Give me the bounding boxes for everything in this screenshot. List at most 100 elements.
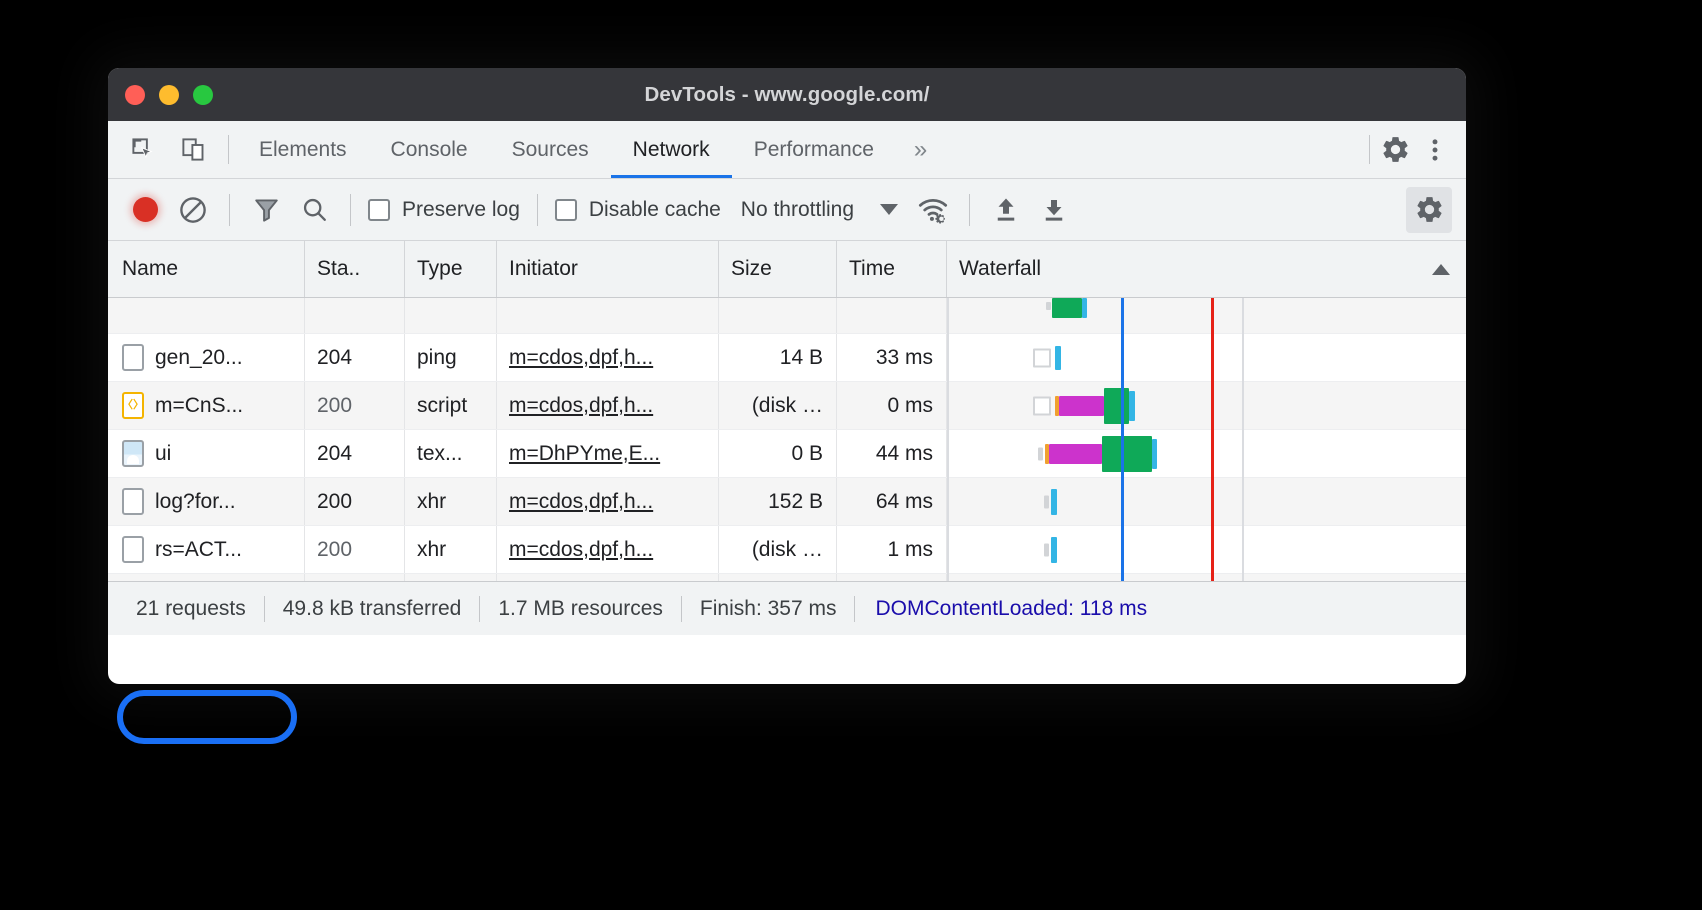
tab-sources[interactable]: Sources [490,121,611,178]
cell-initiator [496,298,718,333]
cell-size: 0 B [718,430,836,477]
network-requests-table: Name Sta.. Type Initiator Size Time Wate… [108,241,1466,581]
sort-ascending-arrow-icon [1432,264,1450,275]
waterfall-waiting-segment [1059,396,1104,416]
cell-initiator: m=cdos,dpf,h... [496,478,718,525]
import-har-button[interactable] [983,187,1029,233]
document-icon [122,536,144,563]
waterfall-queue-segment [1046,302,1051,310]
tabbar-divider [228,135,229,164]
waterfall-receiving-segment [1102,436,1152,472]
cell-size: 14 B [718,334,836,381]
column-header-initiator[interactable]: Initiator [496,241,718,297]
waterfall-download-segment [1055,346,1061,370]
record-button[interactable] [122,187,168,233]
table-row[interactable]: rs=ACT... 200 xhr m=cdos,dpf,h... (disk … [108,526,1466,574]
tab-performance-label: Performance [754,138,874,162]
initiator-link[interactable]: m=cdos,dpf,h... [509,538,653,562]
disable-cache-checkbox[interactable]: Disable cache [551,198,725,222]
disable-cache-label: Disable cache [589,198,721,222]
tab-console-label: Console [391,138,468,162]
column-header-size-label: Size [731,257,772,281]
status-requests[interactable]: 21 requests [124,597,264,621]
waterfall-waiting-segment [1049,444,1102,464]
waterfall-queue-segment [1044,495,1049,508]
waterfall-queue-segment [1044,543,1049,556]
cell-waterfall [946,334,1466,381]
column-header-size[interactable]: Size [718,241,836,297]
throttling-dropdown[interactable]: No throttling [727,198,908,222]
column-header-waterfall-label: Waterfall [959,257,1041,281]
waterfall-download-segment [1129,391,1135,421]
toolbar-divider-4 [969,194,970,226]
tab-network[interactable]: Network [611,121,732,178]
table-row-partial[interactable] [108,298,1466,334]
initiator-link[interactable]: m=cdos,dpf,h... [509,394,653,418]
kebab-menu-icon[interactable] [1418,133,1452,167]
toolbar-divider-2 [350,194,351,226]
cell-status: 204 [304,334,404,381]
request-name: rs=ACT... [155,538,242,562]
column-header-type-label: Type [417,257,463,281]
more-tabs-chevron-icon[interactable]: » [896,121,945,178]
column-header-type[interactable]: Type [404,241,496,297]
tab-console[interactable]: Console [369,121,490,178]
disable-cache-box-icon [555,199,577,221]
table-row[interactable]: 〈〉 m=aLUf... 200 script m=cdos,dpf,h... … [108,574,1466,581]
export-har-icon [1039,195,1069,225]
waterfall-download-segment [1051,537,1057,563]
column-header-time-label: Time [849,257,895,281]
filter-button[interactable] [243,187,289,233]
cell-time: 64 ms [836,478,946,525]
cell-size: (disk … [718,382,836,429]
waterfall-download-segment [1051,489,1057,515]
table-row[interactable]: 〈〉 m=CnS... 200 script m=cdos,dpf,h... (… [108,382,1466,430]
cell-waterfall [946,382,1466,429]
cell-status: 204 [304,430,404,477]
gear-icon[interactable] [1378,133,1412,167]
status-finish: Finish: 357 ms [682,597,855,621]
column-header-waterfall[interactable]: Waterfall [946,241,1466,297]
filter-icon [252,195,281,224]
cell-time: 0 ms [836,574,946,581]
table-row[interactable]: log?for... 200 xhr m=cdos,dpf,h... 152 B… [108,478,1466,526]
cell-time: 0 ms [836,382,946,429]
cell-time: 33 ms [836,334,946,381]
preserve-log-checkbox[interactable]: Preserve log [364,198,524,222]
table-row[interactable]: gen_20... 204 ping m=cdos,dpf,h... 14 B … [108,334,1466,382]
network-conditions-button[interactable] [910,187,956,233]
tab-elements[interactable]: Elements [237,121,369,178]
cell-waterfall [946,478,1466,525]
wifi-icon [917,194,949,226]
cell-status: 200 [304,574,404,581]
cell-time: 1 ms [836,526,946,573]
inspect-element-icon[interactable] [126,133,160,167]
table-row[interactable]: ui 204 tex... m=DhPYme,E... 0 B 44 ms [108,430,1466,478]
network-status-bar: 21 requests 49.8 kB transferred 1.7 MB r… [108,581,1466,635]
cell-size: 152 B [718,478,836,525]
export-har-button[interactable] [1031,187,1077,233]
device-toolbar-icon[interactable] [176,133,210,167]
column-header-time[interactable]: Time [836,241,946,297]
devtools-window: DevTools - www.google.com/ [108,68,1466,684]
tab-performance[interactable]: Performance [732,121,896,178]
waterfall-queue-segment [1033,348,1051,367]
cell-initiator: m=cdos,dpf,h... [496,574,718,581]
network-settings-button[interactable] [1406,187,1452,233]
search-button[interactable] [291,187,337,233]
column-header-initiator-label: Initiator [509,257,578,281]
column-header-name[interactable]: Name [108,241,304,297]
initiator-link[interactable]: m=cdos,dpf,h... [509,346,653,370]
column-header-status[interactable]: Sta.. [304,241,404,297]
throttling-value: No throttling [741,198,854,222]
cell-waterfall [946,574,1466,581]
cell-waterfall [946,430,1466,477]
cell-type: script [404,382,496,429]
waterfall-download-segment [1152,439,1157,469]
initiator-link[interactable]: m=cdos,dpf,h... [509,490,653,514]
status-transferred: 49.8 kB transferred [265,597,480,621]
cell-waterfall [946,526,1466,573]
clear-button[interactable] [170,187,216,233]
initiator-link[interactable]: m=DhPYme,E... [509,442,660,466]
cell-status: 200 [304,382,404,429]
